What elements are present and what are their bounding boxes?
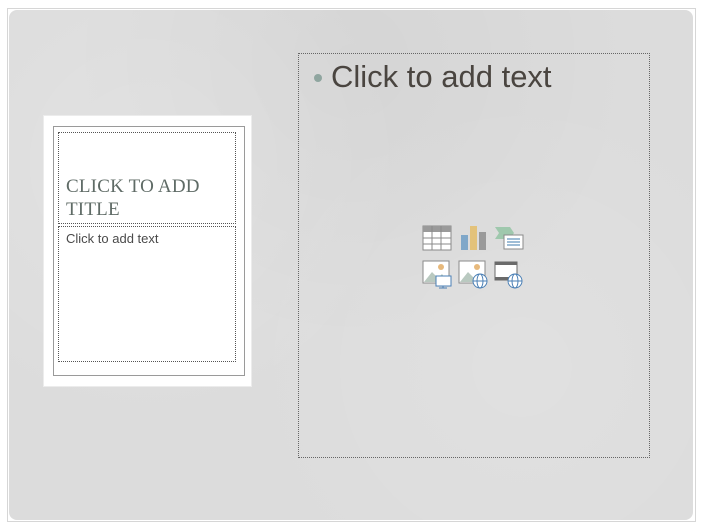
title-placeholder[interactable]: CLICK TO ADD TITLE — [58, 132, 236, 224]
insert-content-icons — [422, 223, 532, 293]
text-placeholder-text: Click to add text — [66, 231, 159, 246]
bullet-row: Click to add text — [314, 58, 552, 96]
insert-picture-icon[interactable] — [422, 259, 452, 289]
content-placeholder[interactable]: Click to add text — [298, 53, 650, 458]
layout-thumbnail-card[interactable]: CLICK TO ADD TITLE Click to add text — [44, 116, 251, 386]
content-placeholder-text: Click to add text — [331, 59, 552, 94]
text-placeholder[interactable]: Click to add text — [58, 226, 236, 362]
insert-chart-icon[interactable] — [458, 223, 488, 253]
layout-thumbnail-frame: CLICK TO ADD TITLE Click to add text — [53, 126, 245, 376]
insert-smartart-icon[interactable] — [494, 223, 524, 253]
insert-online-picture-icon[interactable] — [458, 259, 488, 289]
insert-video-icon[interactable] — [494, 259, 524, 289]
insert-table-icon[interactable] — [422, 223, 452, 253]
bullet-icon — [314, 74, 322, 82]
title-placeholder-text: CLICK TO ADD TITLE — [66, 176, 200, 220]
slide-canvas[interactable]: CLICK TO ADD TITLE Click to add text Cli… — [9, 10, 693, 520]
